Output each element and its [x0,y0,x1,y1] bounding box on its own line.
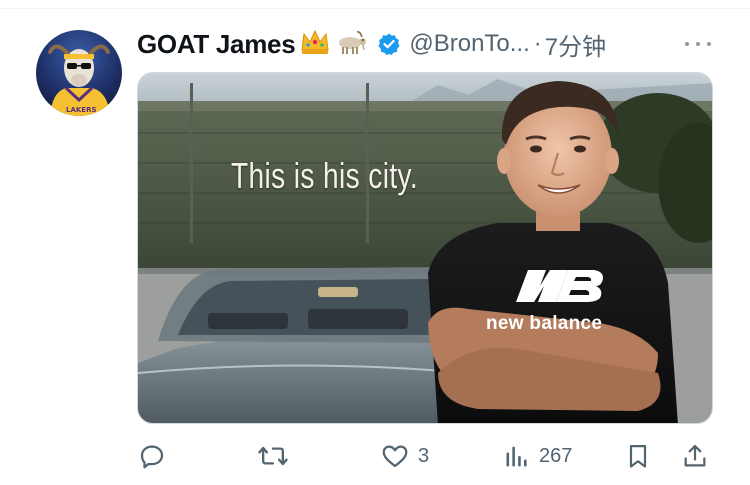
more-options-icon[interactable] [685,34,711,54]
views-button[interactable]: 267 [503,440,572,472]
like-button[interactable]: 3 [380,440,429,472]
svg-text:LAKERS: LAKERS [66,106,97,114]
tweet-action-bar: 3 267 [137,440,713,472]
like-count: 3 [418,444,430,467]
tweet-header: GOAT James @BronTo... · 7分钟 [137,26,606,62]
author-handle[interactable]: @BronTo... [409,30,529,58]
author-name[interactable]: GOAT James [137,29,296,60]
separator-dot: · [533,30,542,57]
reply-button[interactable] [137,440,175,472]
tweet-timestamp[interactable]: 7分钟 [545,27,606,62]
share-button[interactable] [681,440,709,472]
retweet-button[interactable] [257,440,297,472]
crown-emoji [299,28,331,61]
goat-emoji [335,28,369,61]
shirt-brand-text: new balance [486,313,603,334]
bookmark-button[interactable] [624,440,652,472]
heart-icon [380,441,410,471]
views-count: 267 [539,444,573,467]
retweet-icon [257,441,289,471]
tweet-media-image[interactable]: This is his city. new balance [137,72,713,424]
bookmark-icon [624,441,652,471]
share-icon [681,441,709,471]
avatar[interactable]: LAKERS [36,30,122,116]
views-chart-icon [503,441,531,471]
top-divider [0,8,750,9]
verified-badge-icon[interactable] [377,32,401,56]
reply-icon [137,441,167,471]
media-caption-text: This is his city. [231,155,419,196]
